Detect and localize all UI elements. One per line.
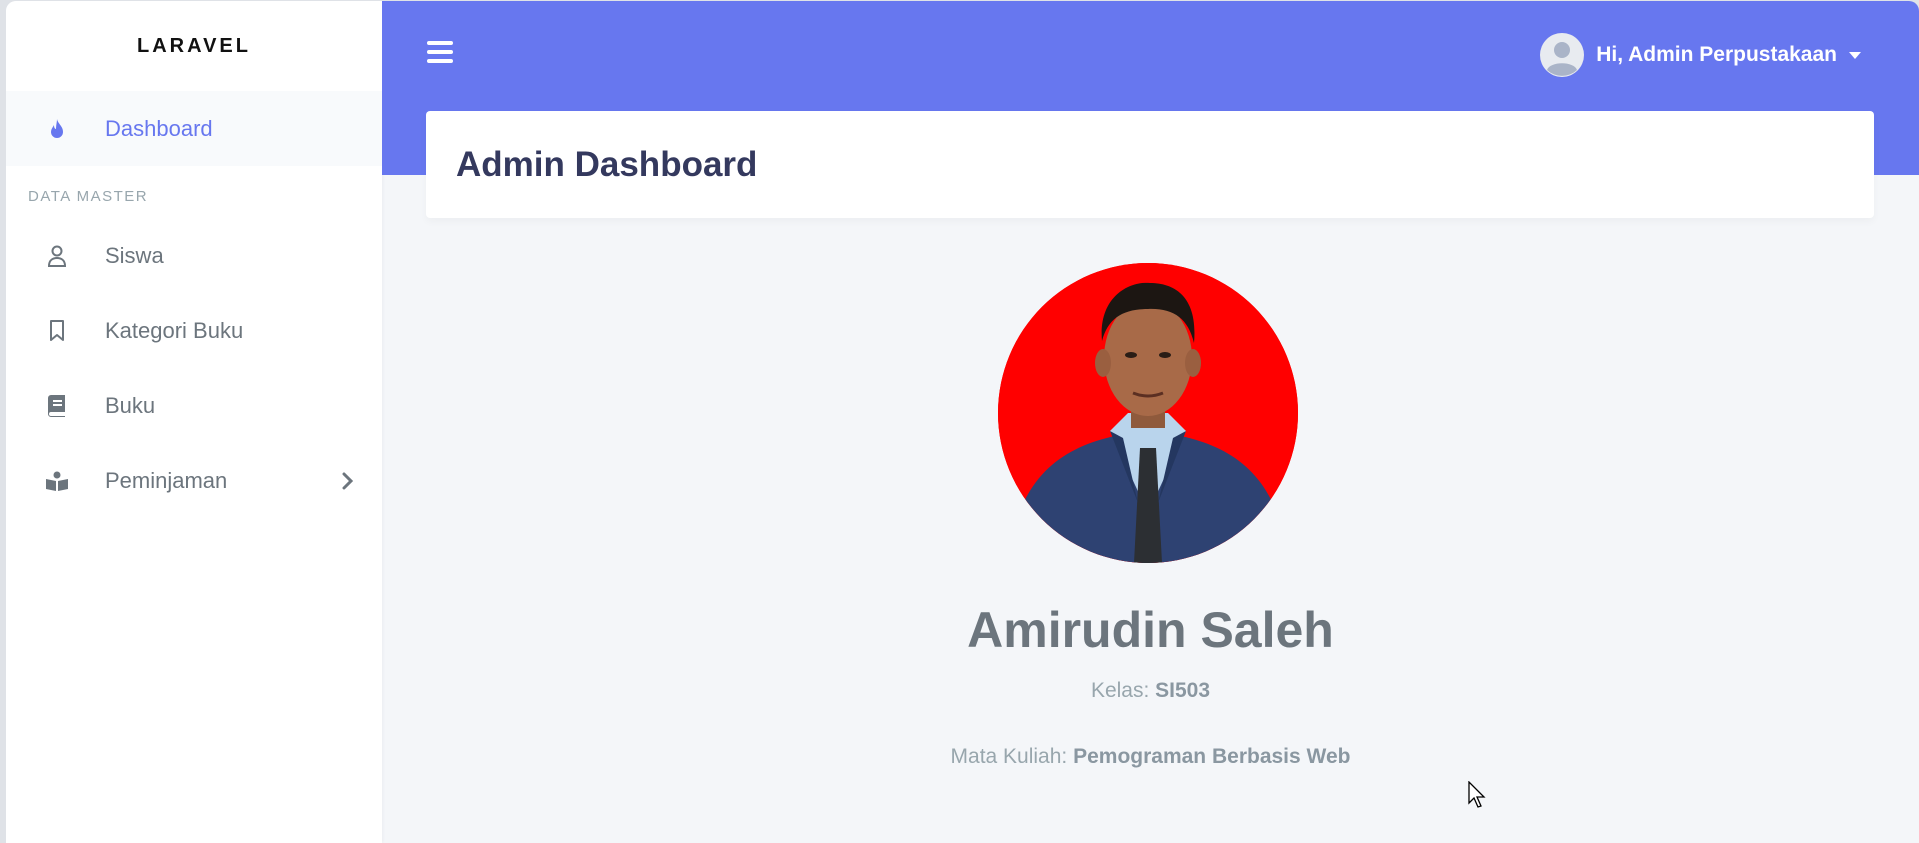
sidebar-item-label: Kategori Buku xyxy=(105,317,244,343)
app-window: LARAVEL Dashboard DATA MASTER Siswa Kate… xyxy=(6,1,1919,843)
profile-photo xyxy=(998,263,1298,563)
sidebar-item-kategori-buku[interactable]: Kategori Buku xyxy=(6,293,382,368)
sidebar: LARAVEL Dashboard DATA MASTER Siswa Kate… xyxy=(6,1,382,843)
sidebar-item-dashboard[interactable]: Dashboard xyxy=(6,91,382,166)
mouse-cursor-icon xyxy=(1468,780,1488,814)
class-info: Kelas: SI503 xyxy=(382,679,1919,703)
sidebar-item-buku[interactable]: Buku xyxy=(6,368,382,443)
reader-icon xyxy=(46,470,68,492)
user-icon xyxy=(46,245,68,267)
book-icon xyxy=(46,394,68,417)
sidebar-item-siswa[interactable]: Siswa xyxy=(6,218,382,293)
bookmark-icon xyxy=(46,319,68,342)
class-value: SI503 xyxy=(1155,679,1211,702)
sidebar-item-label: Dashboard xyxy=(105,115,213,141)
fire-icon xyxy=(46,118,68,140)
sidebar-item-label: Peminjaman xyxy=(105,467,228,493)
sidebar-item-peminjaman[interactable]: Peminjaman xyxy=(6,443,382,518)
class-label: Kelas: xyxy=(1090,679,1156,702)
course-label: Mata Kuliah: xyxy=(950,745,1074,768)
profile-name: Amirudin Saleh xyxy=(967,602,1334,658)
chevron-right-icon xyxy=(342,470,354,496)
sidebar-item-label: Siswa xyxy=(105,242,164,268)
course-value: Pemograman Berbasis Web xyxy=(1073,745,1351,768)
sidebar-item-label: Buku xyxy=(105,392,156,418)
course-info: Mata Kuliah: Pemograman Berbasis Web xyxy=(382,745,1919,769)
brand-logo[interactable]: LARAVEL xyxy=(6,1,382,91)
sidebar-section-header: DATA MASTER xyxy=(28,188,149,205)
